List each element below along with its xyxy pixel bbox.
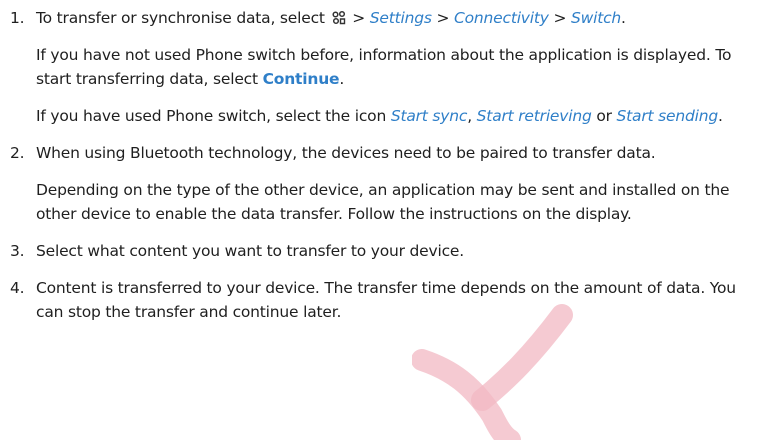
step-1: 1. To transfer or synchronise data, sele… <box>10 6 755 128</box>
menu-separator: > <box>548 9 571 27</box>
step-number: 2. <box>10 144 25 162</box>
step-3-paragraph-1: Select what content you want to transfer… <box>36 242 464 260</box>
step-number: 4. <box>10 279 25 297</box>
step-text: If you have used Phone switch, select th… <box>36 107 391 125</box>
option-start-retrieving: Start retrieving <box>476 107 592 125</box>
menu-separator: > <box>347 9 370 27</box>
instruction-list: 1. To transfer or synchronise data, sele… <box>10 6 755 324</box>
menu-item-settings: Settings <box>369 9 432 27</box>
sentence-end: . <box>717 107 723 125</box>
option-separator: , <box>467 107 477 125</box>
watermark-stroke <box>471 304 573 411</box>
step-1-paragraph-1: To transfer or synchronise data, select … <box>36 6 755 30</box>
sentence-end: . <box>621 9 626 27</box>
option-separator: or <box>591 107 617 125</box>
step-1-paragraph-2: If you have not used Phone switch before… <box>36 43 755 91</box>
menu-separator: > <box>431 9 455 27</box>
step-number: 1. <box>10 9 25 27</box>
option-start-sync: Start sync <box>390 107 468 125</box>
step-1-paragraph-3: If you have used Phone switch, select th… <box>36 104 755 128</box>
step-2-paragraph-2: Depending on the type of the other devic… <box>36 181 730 223</box>
watermark-stroke <box>412 349 521 440</box>
menu-item-connectivity: Connectivity <box>454 9 549 27</box>
step-number: 3. <box>10 242 25 260</box>
option-start-sending: Start sending <box>616 107 719 125</box>
step-4: 4. Content is transferred to your device… <box>10 276 755 324</box>
sentence-end: . <box>339 70 345 88</box>
step-3: 3. Select what content you want to trans… <box>10 239 755 263</box>
step-2: 2. When using Bluetooth technology, the … <box>10 141 755 226</box>
step-4-paragraph-1: Content is transferred to your device. T… <box>36 279 736 321</box>
menu-key-icon <box>331 9 347 26</box>
step-text: If you have not used Phone switch before… <box>36 46 732 88</box>
document-page: 1. To transfer or synchronise data, sele… <box>0 0 760 440</box>
menu-item-switch: Switch <box>571 9 622 27</box>
step-2-paragraph-1: When using Bluetooth technology, the dev… <box>36 144 656 162</box>
step-text: To transfer or synchronise data, select <box>36 9 325 27</box>
continue-option: Continue <box>262 70 340 88</box>
